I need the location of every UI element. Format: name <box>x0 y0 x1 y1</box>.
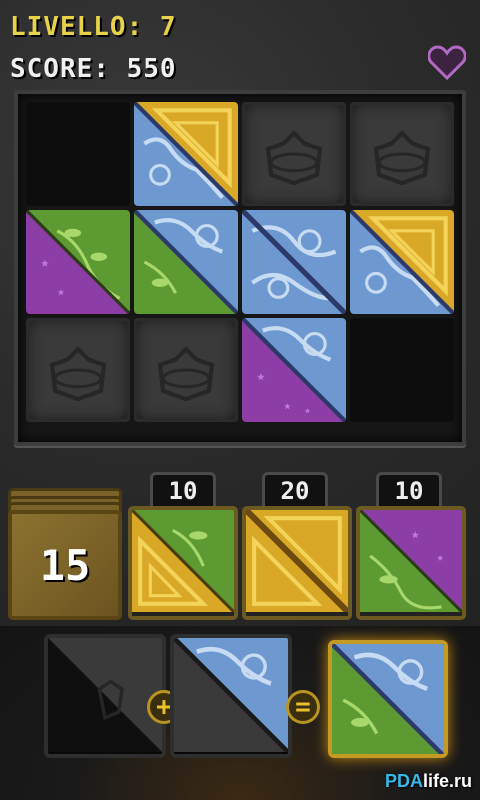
offer-price: 10 <box>376 472 442 508</box>
board-cell-empty[interactable] <box>26 102 130 206</box>
tile-green-purple[interactable]: ★ ★ <box>26 210 130 314</box>
stone-block <box>242 102 346 206</box>
score-text: SCORE: 550 <box>10 54 177 84</box>
level-value: 7 <box>159 12 177 42</box>
svg-text:★: ★ <box>57 283 65 298</box>
tile-gold-blue[interactable] <box>134 102 238 206</box>
merge-result-tile[interactable] <box>328 640 448 758</box>
svg-text:★: ★ <box>304 405 310 417</box>
score-value: 550 <box>126 54 177 84</box>
offer-tile-gold-gold[interactable] <box>242 506 352 620</box>
level-text: LIVELLO: 7 <box>10 12 177 42</box>
deck-count: 15 <box>8 510 122 620</box>
score-label: SCORE: <box>10 54 110 84</box>
offer-tile-green-gold[interactable] <box>128 506 238 620</box>
svg-text:★: ★ <box>437 550 445 564</box>
merge-slot-left[interactable] <box>44 634 166 758</box>
svg-text:★: ★ <box>411 527 420 543</box>
merge-slot-right[interactable] <box>170 634 292 758</box>
offer-price: 10 <box>150 472 216 508</box>
watermark-site: life.ru <box>422 771 472 791</box>
svg-text:★: ★ <box>257 367 266 384</box>
tile-blue-blue[interactable] <box>242 210 346 314</box>
watermark-pda: PDA <box>384 771 423 791</box>
svg-text:★: ★ <box>284 398 292 413</box>
stone-block <box>26 318 130 422</box>
tile-deck[interactable]: 15 <box>8 488 124 622</box>
board-cell-empty[interactable] <box>350 318 454 422</box>
offer-price: 20 <box>262 472 328 508</box>
watermark: PDAlife.ru <box>385 771 472 792</box>
tile-blue-purple[interactable]: ★ ★ ★ <box>242 318 346 422</box>
equals-icon: = <box>286 690 320 724</box>
stone-block <box>134 318 238 422</box>
level-label: LIVELLO: <box>10 12 144 42</box>
stone-block <box>350 102 454 206</box>
heart-icon[interactable] <box>427 44 467 81</box>
svg-text:★: ★ <box>41 254 50 271</box>
tile-gold-blue[interactable] <box>350 210 454 314</box>
tile-blue-green[interactable] <box>134 210 238 314</box>
game-board: ★ ★ ★ ★ ★ <box>14 90 466 446</box>
offer-tile-purple-green[interactable]: ★ ★ <box>356 506 466 620</box>
